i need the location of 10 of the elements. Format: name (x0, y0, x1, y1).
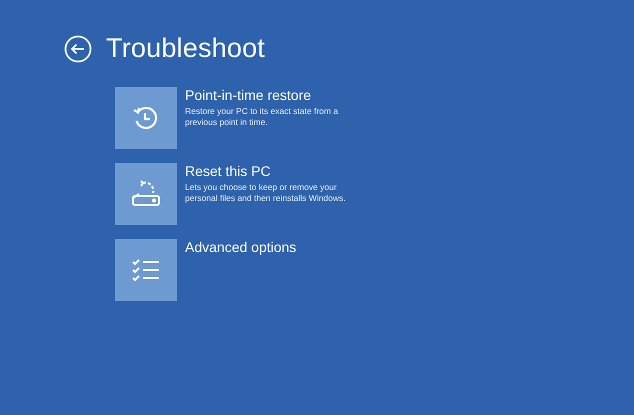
option-description: Restore your PC to its exact state from a previous point in time. (185, 106, 340, 128)
option-tile[interactable] (115, 163, 177, 225)
option-title[interactable]: Reset this PC (185, 163, 365, 180)
option-title[interactable]: Point-in-time restore (185, 87, 365, 104)
page-title: Troubleshoot (106, 33, 265, 64)
option-description: Lets you choose to keep or remove your personal files and then reinstalls Windows. (185, 182, 347, 204)
back-icon[interactable] (64, 34, 92, 62)
option-tile[interactable] (115, 239, 177, 301)
option-title[interactable]: Advanced options (185, 239, 365, 256)
option-tile[interactable] (115, 87, 177, 149)
